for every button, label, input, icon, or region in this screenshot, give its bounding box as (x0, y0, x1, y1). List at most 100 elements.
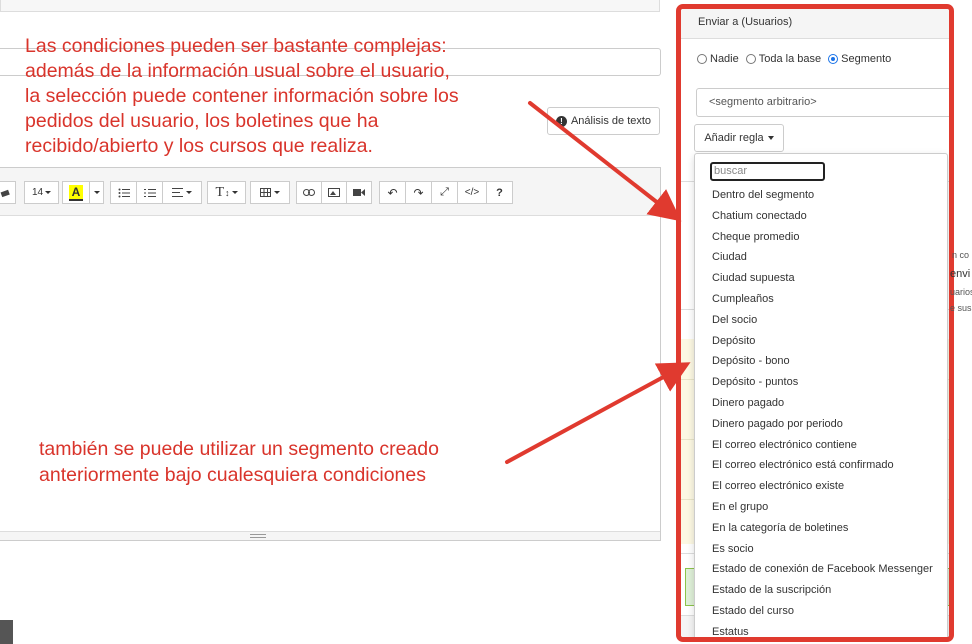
link-button[interactable] (296, 181, 322, 204)
eraser-button[interactable] (0, 181, 16, 204)
radio-button[interactable] (697, 54, 707, 64)
rule-option[interactable]: Estado del curso (695, 601, 947, 622)
rule-option[interactable]: Estado de la suscripción (695, 580, 947, 601)
radio-label: Toda la base (758, 53, 822, 65)
rule-option[interactable]: Ciudad supuesta (695, 268, 947, 289)
video-button[interactable] (346, 181, 372, 204)
undo-button[interactable]: ↶ (379, 181, 406, 204)
add-rule-button[interactable]: Añadir regla (694, 124, 784, 152)
image-icon (328, 188, 340, 197)
chevron-down-icon (767, 136, 774, 140)
text-analysis-button[interactable]: ! Análisis de texto (547, 107, 660, 135)
radio-option-whole-base[interactable]: Toda la base (745, 53, 822, 65)
annotation-line: además de la información usual sobre el … (25, 60, 450, 82)
clipped-text: uarios (950, 287, 972, 297)
heading-icon: T (215, 184, 225, 200)
undo-icon: ↶ (387, 185, 398, 200)
rule-option[interactable]: Cumpleaños (695, 289, 947, 310)
rule-option[interactable]: El correo electrónico existe (695, 476, 947, 497)
table-dropdown[interactable] (250, 181, 290, 204)
rule-option[interactable]: El correo electrónico contiene (695, 435, 947, 456)
annotation-top: Las condiciones pueden ser bastante comp… (25, 34, 525, 159)
clipped-text: e sus (950, 303, 972, 313)
rule-option[interactable]: Depósito (695, 331, 947, 352)
align-dropdown[interactable] (162, 181, 202, 204)
rule-option[interactable]: Depósito - puntos (695, 372, 947, 393)
info-icon: ! (555, 115, 567, 127)
rule-option[interactable]: Depósito - bono (695, 351, 947, 372)
radio-button[interactable] (828, 54, 839, 64)
radio-option-segment[interactable]: Segmento (828, 53, 891, 65)
redo-icon: ↷ (413, 185, 424, 200)
fullscreen-button[interactable]: ⤢ (431, 181, 458, 204)
add-rule-label: Añadir regla (704, 132, 764, 144)
panel-header: Enviar a (Usuarios) (681, 9, 949, 39)
rule-option[interactable]: Dinero pagado por periodo (695, 414, 947, 435)
send-to-panel: Enviar a (Usuarios) Nadie Toda la base S… (676, 4, 954, 642)
help-icon: ? (496, 186, 503, 199)
rule-list: Dentro del segmento Chatium conectado Cheq… (695, 185, 947, 637)
heading-dropdown[interactable]: T ↕ (207, 181, 246, 204)
chevron-down-icon (186, 191, 192, 194)
editor-toolbar: 14 A T ↕ ↶ ↷ ⤢ </> ? (0, 168, 660, 216)
numbered-list-button[interactable] (136, 181, 163, 204)
annotation-line: anteriormente bajo cualesquiera condicio… (39, 464, 426, 486)
image-button[interactable] (321, 181, 347, 204)
rule-option[interactable]: Dentro del segmento (695, 185, 947, 206)
annotation-line: también se puede utilizar un segmento cr… (39, 438, 439, 460)
rule-option[interactable]: Dinero pagado (695, 393, 947, 414)
fullscreen-icon: ⤢ (440, 186, 449, 198)
rule-search-input[interactable]: buscar (710, 162, 825, 181)
annotation-line: recibido/abierto y los cursos que realiz… (25, 135, 373, 157)
top-panel-strip (0, 0, 660, 12)
annotation-line: Las condiciones pueden ser bastante comp… (25, 35, 447, 57)
rule-option[interactable]: El correo electrónico está confirmado (695, 455, 947, 476)
highlight-icon: A (68, 184, 84, 201)
chevron-down-icon (45, 191, 52, 194)
highlight-color-dropdown[interactable] (89, 181, 104, 204)
chevron-down-icon (231, 191, 238, 194)
rule-option[interactable]: Del socio (695, 310, 947, 331)
rule-option[interactable]: Estatus (695, 622, 947, 637)
font-size-value: 14 (31, 187, 44, 198)
text-analysis-label: Análisis de texto (570, 115, 652, 127)
radio-option-nobody[interactable]: Nadie (697, 53, 739, 65)
rule-option[interactable]: Cheque promedio (695, 227, 947, 248)
text-size-icon: ↕ (225, 187, 230, 198)
font-size-dropdown[interactable]: 14 (24, 181, 59, 204)
resize-grip-icon (250, 534, 266, 538)
table-icon (260, 188, 271, 197)
chevron-down-icon (274, 191, 280, 194)
bullet-list-button[interactable] (110, 181, 137, 204)
corner-widget (0, 620, 13, 644)
segment-select[interactable]: <segmento arbitrario> (696, 88, 949, 117)
help-button[interactable]: ? (486, 181, 513, 204)
redo-button[interactable]: ↷ (405, 181, 432, 204)
code-view-button[interactable]: </> (457, 181, 487, 204)
rule-option[interactable]: En el grupo (695, 497, 947, 518)
link-icon (303, 189, 315, 196)
radio-label: Segmento (841, 53, 892, 65)
rule-option[interactable]: Estado de conexión de Facebook Messenger (695, 559, 947, 580)
code-icon: </> (464, 187, 480, 198)
rule-option[interactable]: Es socio (695, 539, 947, 560)
bullet-list-icon (118, 188, 130, 197)
eraser-icon (0, 189, 10, 197)
align-icon (172, 188, 183, 197)
annotation-line: la selección puede contener información … (25, 85, 459, 107)
annotation-bottom: también se puede utilizar un segmento cr… (39, 436, 509, 488)
editor-resize-handle[interactable] (0, 531, 660, 540)
clipped-text: n co (952, 250, 970, 260)
rule-option[interactable]: Chatium conectado (695, 206, 947, 227)
rule-option[interactable]: En la categoría de boletines (695, 518, 947, 539)
radio-button[interactable] (745, 54, 756, 64)
video-icon (353, 189, 365, 196)
annotation-line: pedidos del usuario, los boletines que h… (25, 110, 379, 132)
rule-option[interactable]: Ciudad (695, 247, 947, 268)
highlight-color-button[interactable]: A (62, 181, 90, 204)
radio-label: Nadie (710, 53, 739, 65)
numbered-list-icon (143, 188, 156, 197)
add-rule-dropdown: buscar Dentro del segmento Chatium conect… (694, 153, 948, 637)
clipped-text: envi (950, 268, 971, 280)
recipient-radio-group: Nadie Toda la base Segmento (697, 53, 898, 65)
